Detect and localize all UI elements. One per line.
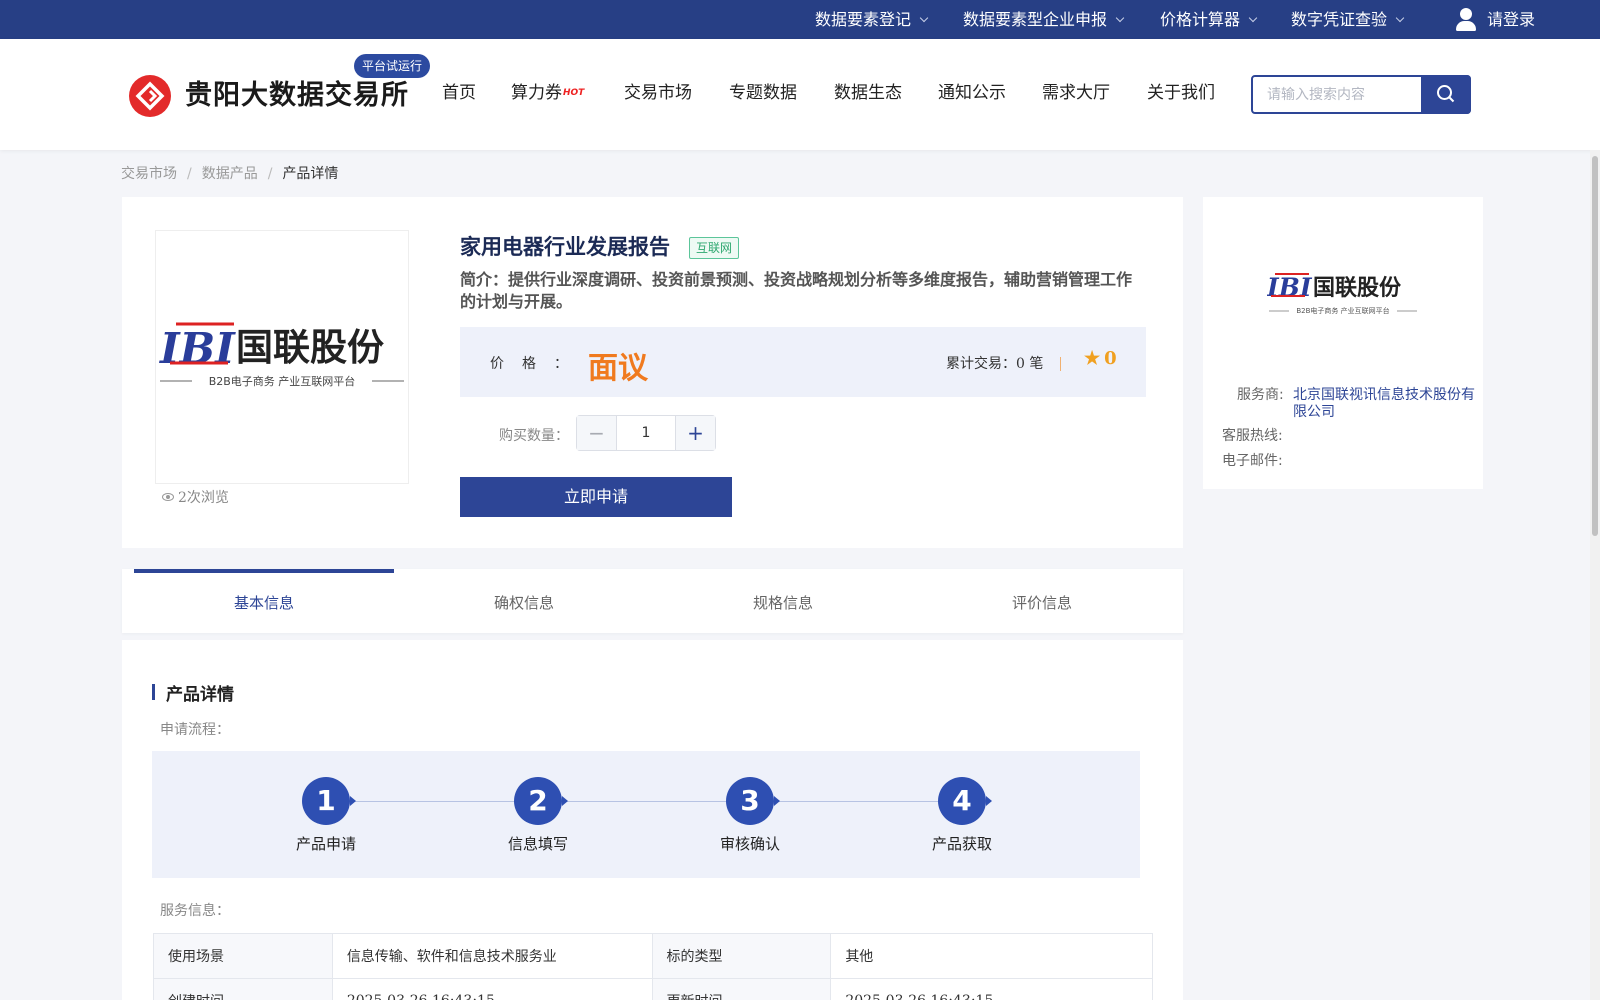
chevron-down-icon: [1395, 13, 1405, 22]
topbar-item-certificate-check[interactable]: 数字凭证查验: [1291, 0, 1405, 39]
product-summary: 简介：提供行业深度调研、投资前景预测、投资战略规划分析等多维度报告，辅助营销管理…: [460, 270, 1133, 311]
divider: [1060, 357, 1061, 371]
nav-about-us[interactable]: 关于我们: [1147, 78, 1215, 108]
breadcrumb-trade-market[interactable]: 交易市场: [121, 163, 177, 183]
nav-trade-market[interactable]: 交易市场: [624, 78, 692, 108]
quantity-value[interactable]: 1: [617, 416, 675, 450]
section-title: 产品详情: [152, 680, 234, 705]
tab-ownership-info[interactable]: 确权信息: [394, 569, 654, 633]
chevron-down-icon: [1115, 13, 1125, 22]
topbar-item-enterprise-declaration[interactable]: 数据要素型企业申报: [963, 0, 1125, 39]
nav-data-ecosystem[interactable]: 数据生态: [834, 78, 902, 108]
user-icon: [1455, 7, 1477, 33]
nav-topic-data[interactable]: 专题数据: [729, 78, 797, 108]
breadcrumb-current: 产品详情: [282, 166, 339, 182]
top-utility-bar: 数据要素登记 数据要素型企业申报 价格计算器 数字凭证查验 请登录: [0, 0, 1600, 39]
provider-hotline-row: 客服热线:: [1222, 428, 1283, 444]
search-input[interactable]: [1253, 77, 1423, 112]
nav-compute-voucher[interactable]: 算力券HOT: [511, 78, 584, 108]
hot-badge: HOT: [563, 88, 585, 98]
trade-count: 累计交易：0 笔: [946, 356, 1044, 372]
process-label: 申请流程：: [160, 722, 230, 738]
table-row: 使用场景 信息传输、软件和信息技术服务业 标的类型 其他: [153, 933, 1153, 979]
step-3: 3 审核确认: [690, 777, 810, 854]
tab-review-info[interactable]: 评价信息: [912, 569, 1172, 633]
chevron-down-icon: [919, 13, 929, 22]
detail-content: 产品详情 申请流程： 1 产品申请 2 信息填写 3 审核确认 4 产品获取 服…: [122, 640, 1183, 1000]
svg-text:国联股份: 国联股份: [236, 326, 384, 369]
provider-email-row: 电子邮件:: [1222, 453, 1283, 469]
site-name[interactable]: 贵阳大数据交易所: [185, 73, 409, 112]
quantity-label: 购买数量：: [499, 428, 569, 444]
svg-text:B2B电子商务 产业互联网平台: B2B电子商务 产业互联网平台: [209, 374, 356, 388]
step-1: 1 产品申请: [266, 777, 386, 854]
site-header: 贵阳大数据交易所 平台试运行 首页 算力券HOT 交易市场 专题数据 数据生态 …: [0, 39, 1600, 150]
provider-service-row: 服务商: 北京国联视讯信息技术股份有限公司: [1237, 387, 1477, 421]
decrement-button[interactable]: −: [577, 416, 617, 450]
service-info-label: 服务信息：: [160, 903, 230, 919]
login-link[interactable]: 请登录: [1455, 0, 1535, 39]
step-4: 4 产品获取: [902, 777, 1022, 854]
provider-name-link[interactable]: 北京国联视讯信息技术股份有限公司: [1293, 387, 1477, 421]
nav-notices[interactable]: 通知公示: [938, 78, 1006, 108]
nav-demand-hall[interactable]: 需求大厅: [1042, 78, 1110, 108]
svg-text:IBI: IBI: [159, 324, 236, 373]
search-icon: [1437, 85, 1455, 103]
table-row: 创建时间 2025-03-26 16:43:15 更新时间 2025-03-26…: [153, 978, 1153, 1000]
tab-basic-info[interactable]: 基本信息: [134, 569, 394, 633]
price-value: 面议: [588, 351, 648, 386]
svg-text:国联股份: 国联股份: [1313, 276, 1402, 301]
nav-home[interactable]: 首页: [442, 78, 476, 108]
scrollbar-thumb[interactable]: [1592, 156, 1598, 536]
product-logo-image: IBI 国联股份 B2B电子商务 产业互联网平台: [159, 322, 404, 388]
svg-text:IBI: IBI: [1267, 273, 1313, 302]
search-button[interactable]: [1421, 75, 1471, 114]
svg-text:B2B电子商务 产业互联网平台: B2B电子商务 产业互联网平台: [1296, 306, 1389, 315]
application-steps: 1 产品申请 2 信息填写 3 审核确认 4 产品获取: [152, 751, 1140, 878]
trial-badge: 平台试运行: [354, 54, 431, 78]
eye-icon: [162, 493, 174, 501]
chevron-down-icon: [1248, 13, 1258, 22]
star-icon: ★: [1084, 348, 1101, 369]
price-label: 价格：: [490, 356, 586, 372]
rating: ★ 0: [1084, 348, 1117, 369]
apply-now-button[interactable]: 立即申请: [460, 477, 732, 517]
service-info-table: 使用场景 信息传输、软件和信息技术服务业 标的类型 其他 创建时间 2025-0…: [153, 933, 1153, 1000]
view-count: 2次浏览: [162, 487, 229, 507]
product-image: IBI 国联股份 B2B电子商务 产业互联网平台: [155, 230, 409, 484]
breadcrumb: 交易市场 / 数据产品 / 产品详情: [121, 163, 338, 183]
product-title: 家用电器行业发展报告: [460, 234, 670, 259]
provider-card: IBI 国联股份 B2B电子商务 产业互联网平台 服务商: 北京国联视讯信息技术…: [1203, 197, 1483, 489]
tab-spec-info[interactable]: 规格信息: [653, 569, 913, 633]
search-box: [1251, 75, 1471, 114]
provider-logo: IBI 国联股份 B2B电子商务 产业互联网平台: [1267, 273, 1417, 315]
quantity-stepper: − 1 +: [576, 415, 716, 451]
price-panel: 价格： 面议 累计交易：0 笔 ★ 0: [460, 327, 1146, 397]
page-scrollbar[interactable]: [1590, 150, 1600, 1000]
category-tag: 互联网: [689, 237, 740, 259]
topbar-item-data-registration[interactable]: 数据要素登记: [815, 0, 929, 39]
breadcrumb-data-products[interactable]: 数据产品: [202, 163, 258, 183]
topbar-item-price-calculator[interactable]: 价格计算器: [1160, 0, 1258, 39]
exchange-logo-icon[interactable]: [129, 75, 171, 117]
steps-connector: [327, 801, 967, 802]
product-card: IBI 国联股份 B2B电子商务 产业互联网平台 2次浏览 家用电器行业发展报告…: [122, 197, 1183, 548]
increment-button[interactable]: +: [675, 416, 715, 450]
step-2: 2 信息填写: [478, 777, 598, 854]
detail-tabs: 基本信息 确权信息 规格信息 评价信息: [122, 569, 1183, 633]
